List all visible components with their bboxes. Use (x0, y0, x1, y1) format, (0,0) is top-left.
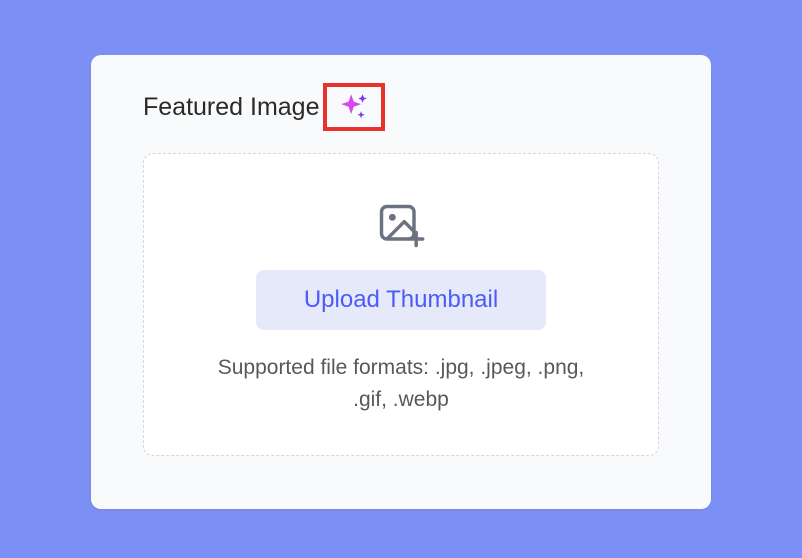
featured-image-card: Featured Image Upload Thumbnail Supporte… (91, 55, 711, 509)
upload-thumbnail-button[interactable]: Upload Thumbnail (256, 270, 546, 330)
sparkle-icon (337, 90, 371, 124)
ai-sparkle-highlighted[interactable] (323, 83, 385, 131)
section-header: Featured Image (143, 83, 659, 131)
supported-formats-text: Supported file formats: .jpg, .jpeg, .pn… (211, 352, 591, 415)
image-plus-icon (375, 200, 427, 252)
upload-dropzone[interactable]: Upload Thumbnail Supported file formats:… (143, 153, 659, 456)
section-title: Featured Image (143, 93, 320, 122)
